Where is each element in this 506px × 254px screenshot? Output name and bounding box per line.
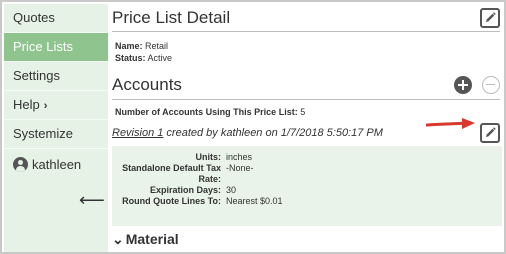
status-value: Active bbox=[147, 53, 173, 63]
sidebar-item-label: Settings bbox=[13, 68, 60, 83]
name-row: Name: Retail bbox=[108, 40, 504, 52]
sidebar: Quotes Price Lists Settings Help › System… bbox=[4, 4, 108, 252]
add-account-icon[interactable] bbox=[454, 75, 472, 94]
chevron-down-icon: ⌄ bbox=[112, 231, 124, 247]
name-label: Name: bbox=[115, 41, 143, 51]
status-row: Status: Active bbox=[108, 52, 504, 64]
detail-label: Expiration Days: bbox=[149, 185, 221, 195]
detail-label: Units: bbox=[195, 152, 222, 162]
accounts-title: Accounts bbox=[112, 74, 182, 94]
chevron-right-icon: › bbox=[43, 100, 48, 112]
detail-value: 30 bbox=[226, 185, 237, 195]
detail-row: Round Quote Lines To: Nearest $0.01 bbox=[112, 196, 502, 207]
detail-label: Round Quote Lines To: bbox=[122, 196, 221, 206]
detail-row: Standalone Default Tax Rate: -None- bbox=[112, 163, 502, 185]
accounts-actions bbox=[454, 75, 500, 94]
revision-created-text: created by kathleen on 1/7/2018 5:50:17 … bbox=[163, 127, 383, 139]
detail-value: inches bbox=[226, 152, 253, 162]
main-content: Price List Detail Name: Retail Status: A… bbox=[108, 4, 504, 252]
account-count-label: Number of Accounts Using This Price List… bbox=[115, 107, 298, 117]
window-frame: Quotes Price Lists Settings Help › System… bbox=[0, 0, 506, 254]
material-label: Material bbox=[125, 231, 179, 247]
status-label: Status: bbox=[115, 53, 146, 63]
revision-link[interactable]: Revision 1 bbox=[112, 127, 163, 139]
revision-info: Revision 1 created by kathleen on 1/7/20… bbox=[112, 127, 383, 139]
detail-label: Standalone Default Tax Rate: bbox=[122, 163, 221, 184]
sidebar-item-label: Help bbox=[13, 97, 40, 112]
sidebar-item-help[interactable]: Help › bbox=[4, 91, 108, 120]
sidebar-item-label: Systemize bbox=[13, 126, 73, 141]
revision-details-panel: Units: inches Standalone Default Tax Rat… bbox=[112, 146, 502, 226]
detail-row: Expiration Days: 30 bbox=[112, 185, 502, 196]
name-value: Retail bbox=[145, 41, 169, 51]
user-menu[interactable]: kathleen bbox=[4, 149, 108, 179]
detail-row: Units: inches bbox=[112, 152, 502, 163]
collapse-sidebar-arrow-icon[interactable]: ⟵ bbox=[79, 190, 105, 211]
sidebar-item-quotes[interactable]: Quotes bbox=[4, 4, 108, 33]
page-title: Price List Detail bbox=[112, 7, 231, 27]
accounts-header: Accounts bbox=[108, 70, 504, 99]
sidebar-item-label: Price Lists bbox=[13, 39, 73, 54]
remove-account-icon[interactable] bbox=[482, 75, 500, 94]
detail-value: -None- bbox=[226, 163, 254, 173]
material-section-toggle[interactable]: ⌄ Material bbox=[112, 231, 179, 248]
account-count-value: 5 bbox=[300, 107, 306, 117]
edit-price-list-icon[interactable] bbox=[480, 7, 500, 28]
detail-value: Nearest $0.01 bbox=[226, 196, 283, 206]
user-icon bbox=[13, 156, 28, 172]
sidebar-item-label: Quotes bbox=[13, 10, 55, 25]
annotation-arrow-icon bbox=[426, 118, 475, 129]
sidebar-item-systemize[interactable]: Systemize bbox=[4, 120, 108, 149]
sidebar-item-price-lists[interactable]: Price Lists bbox=[4, 33, 108, 62]
edit-revision-icon[interactable] bbox=[480, 123, 500, 143]
user-name: kathleen bbox=[32, 156, 82, 172]
sidebar-item-settings[interactable]: Settings bbox=[4, 62, 108, 91]
detail-header: Price List Detail bbox=[108, 4, 504, 31]
